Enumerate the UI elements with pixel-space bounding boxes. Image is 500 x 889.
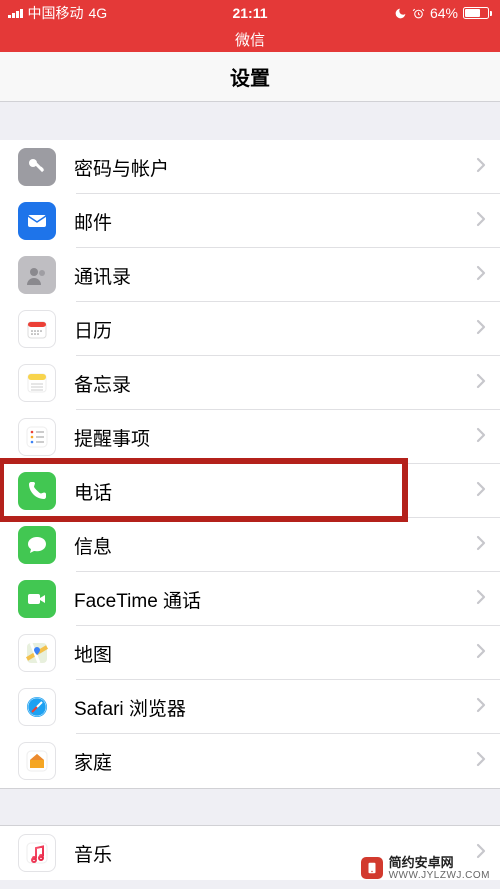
status-bar: 中国移动 4G 21:11 64% [0,0,500,26]
row-label: FaceTime 通话 [74,586,476,613]
chevron-right-icon [476,427,486,448]
alarm-icon [412,7,425,20]
battery-pct: 64% [430,5,458,21]
row-label: Safari 浏览器 [74,694,476,721]
row-label: 日历 [74,316,476,343]
page-title: 设置 [230,62,270,91]
settings-list: 密码与帐户 邮件 通讯录 日历 备忘录 提醒事项 电话 信息 FaceTime [0,140,500,788]
settings-row-messages[interactable]: 信息 [0,518,500,572]
music-icon [18,834,56,872]
row-label: 信息 [74,532,476,559]
status-time: 21:11 [232,5,267,21]
carrier-label: 中国移动 [28,3,84,23]
settings-row-phone[interactable]: 电话 [0,464,500,518]
home-icon [18,742,56,780]
chevron-right-icon [476,535,486,556]
chevron-right-icon [476,697,486,718]
row-label: 提醒事项 [74,424,476,451]
chevron-right-icon [476,751,486,772]
section-spacer [0,102,500,140]
row-label: 备忘录 [74,370,476,397]
chevron-right-icon [476,157,486,178]
status-right: 64% [394,5,492,21]
row-label: 地图 [74,640,476,667]
notes-icon [18,364,56,402]
settings-row-safari[interactable]: Safari 浏览器 [0,680,500,734]
calendar-icon [18,310,56,348]
row-label: 通讯录 [74,262,476,289]
row-label: 密码与帐户 [74,154,476,181]
page-title-bar: 设置 [0,52,500,102]
nav-bar: 微信 [0,26,500,52]
phone-icon [18,472,56,510]
chevron-right-icon [476,319,486,340]
settings-row-calendar[interactable]: 日历 [0,302,500,356]
signal-icon [8,8,23,18]
status-left: 中国移动 4G [8,3,107,23]
battery-icon [463,7,492,19]
watermark-title: 简约安卓网 [389,856,490,870]
settings-row-notes[interactable]: 备忘录 [0,356,500,410]
messages-icon [18,526,56,564]
chevron-right-icon [476,265,486,286]
reminders-icon [18,418,56,456]
chevron-right-icon [476,211,486,232]
chevron-right-icon [476,589,486,610]
settings-row-passwords[interactable]: 密码与帐户 [0,140,500,194]
chevron-right-icon [476,373,486,394]
contacts-icon [18,256,56,294]
group-gap [0,788,500,826]
settings-row-contacts[interactable]: 通讯录 [0,248,500,302]
settings-row-home[interactable]: 家庭 [0,734,500,788]
watermark-logo-icon [361,857,383,879]
facetime-icon [18,580,56,618]
watermark-url: WWW.JYLZWJ.COM [389,870,490,881]
chevron-right-icon [476,481,486,502]
nav-title: 微信 [235,29,265,50]
mail-icon [18,202,56,240]
maps-icon [18,634,56,672]
settings-row-mail[interactable]: 邮件 [0,194,500,248]
watermark: 简约安卓网 WWW.JYLZWJ.COM [357,854,494,883]
settings-row-facetime[interactable]: FaceTime 通话 [0,572,500,626]
row-label: 家庭 [74,748,476,775]
row-label: 电话 [74,478,476,505]
network-label: 4G [89,5,108,21]
safari-icon [18,688,56,726]
chevron-right-icon [476,643,486,664]
moon-icon [394,7,407,20]
settings-row-reminders[interactable]: 提醒事项 [0,410,500,464]
settings-row-maps[interactable]: 地图 [0,626,500,680]
row-label: 邮件 [74,208,476,235]
key-icon [18,148,56,186]
